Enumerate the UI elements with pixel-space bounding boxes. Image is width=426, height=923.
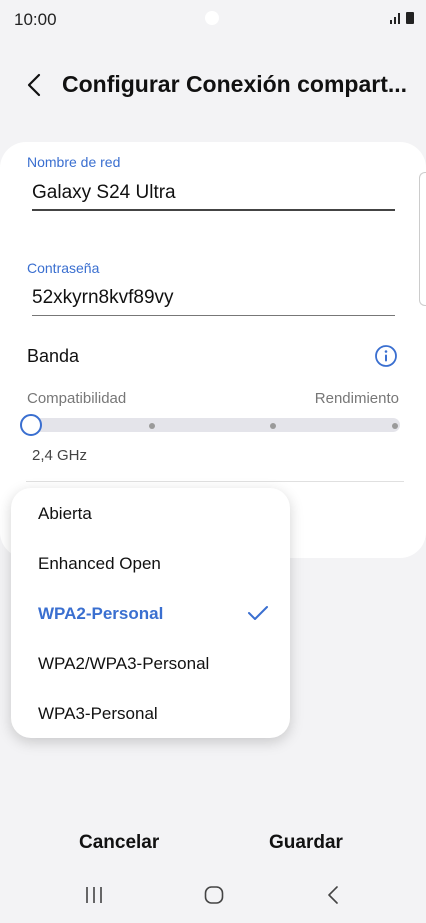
status-bar: 10:00 — [0, 0, 426, 40]
camera-cutout — [205, 11, 219, 25]
navigation-bar — [0, 870, 426, 923]
cancel-button[interactable]: Cancelar — [79, 832, 159, 854]
page-title: Configurar Conexión compart... — [62, 71, 408, 97]
home-icon[interactable] — [203, 884, 225, 906]
network-name-underline — [32, 209, 395, 211]
checkmark-icon — [248, 606, 268, 620]
security-dropdown-menu: Abierta Enhanced Open WPA2-Personal WPA2… — [11, 488, 290, 738]
nav-back-icon[interactable] — [323, 884, 343, 906]
scrollbar[interactable] — [419, 172, 426, 306]
band-slider-right-label: Rendimiento — [314, 390, 399, 407]
app-header: Configurar Conexión compart... — [0, 58, 426, 112]
password-label: Contraseña — [27, 260, 100, 276]
recent-apps-icon[interactable] — [84, 884, 104, 906]
menu-item-wpa2-wpa3-personal[interactable]: WPA2/WPA3-Personal — [38, 654, 209, 674]
menu-item-enhanced-open[interactable]: Enhanced Open — [38, 554, 161, 574]
band-label: Banda — [27, 346, 80, 366]
save-button[interactable]: Guardar — [269, 832, 343, 854]
band-slider[interactable] — [20, 414, 400, 436]
info-icon[interactable] — [374, 344, 398, 368]
signal-icon — [390, 13, 400, 24]
divider — [26, 481, 404, 482]
band-slider-thumb[interactable] — [20, 414, 42, 436]
slider-step-dot — [149, 423, 155, 429]
menu-item-wpa3-personal[interactable]: WPA3-Personal — [38, 704, 158, 724]
network-name-label: Nombre de red — [27, 154, 121, 170]
battery-icon — [406, 12, 414, 24]
slider-step-dot — [270, 423, 276, 429]
band-slider-left-label: Compatibilidad — [27, 390, 127, 407]
menu-item-wpa2-personal[interactable]: WPA2-Personal — [38, 604, 163, 624]
menu-item-abierta[interactable]: Abierta — [38, 504, 92, 524]
back-arrow-icon[interactable] — [20, 70, 50, 100]
status-icons — [389, 12, 414, 24]
band-selected-value: 2,4 GHz — [32, 447, 88, 464]
password-underline — [32, 315, 395, 316]
slider-step-dot — [392, 423, 398, 429]
network-name-field[interactable]: Galaxy S24 Ultra — [32, 182, 176, 204]
status-time: 10:00 — [14, 10, 57, 29]
password-field[interactable]: 52xkyrn8kvf89vy — [32, 287, 174, 309]
